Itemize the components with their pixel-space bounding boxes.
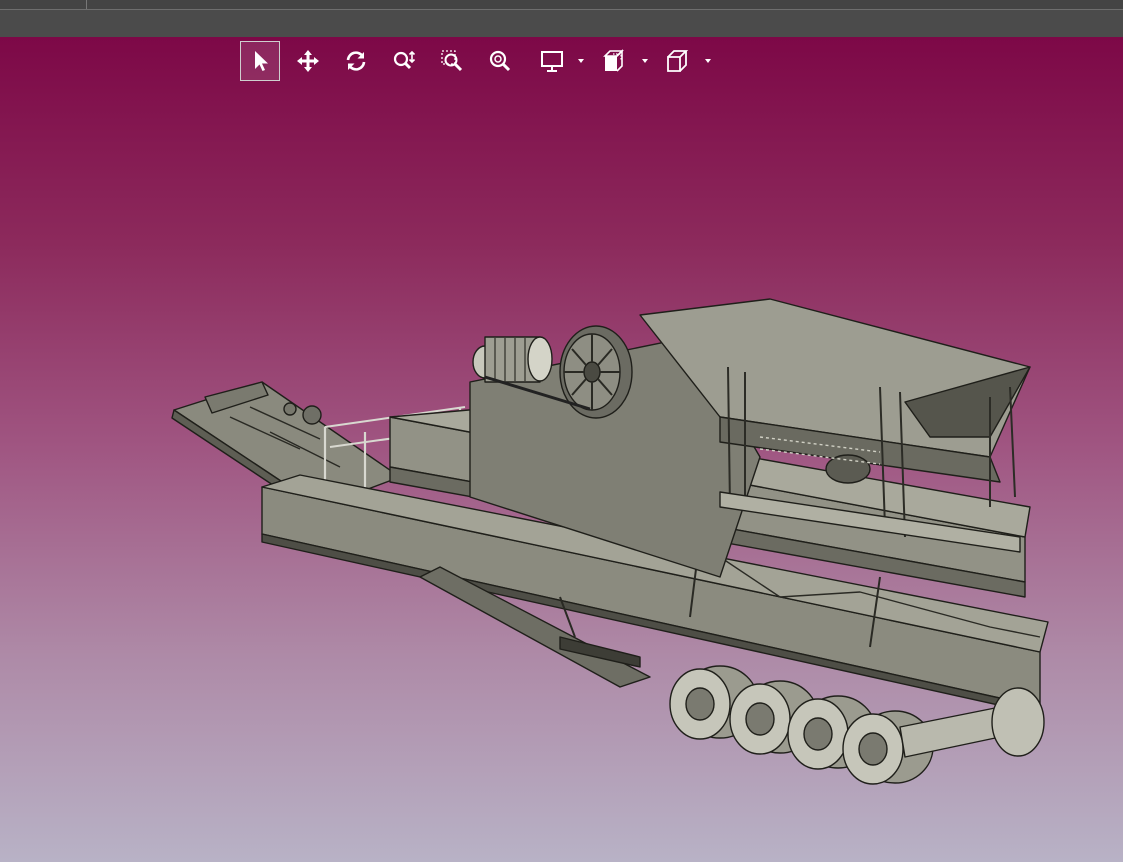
tab-strip <box>0 0 1123 10</box>
crusher-trailer-model[interactable] <box>0 37 1123 862</box>
drive-motor <box>472 336 553 383</box>
application-top-bar <box>0 0 1123 38</box>
3d-viewport[interactable] <box>0 37 1123 862</box>
tab-separator <box>86 0 87 9</box>
